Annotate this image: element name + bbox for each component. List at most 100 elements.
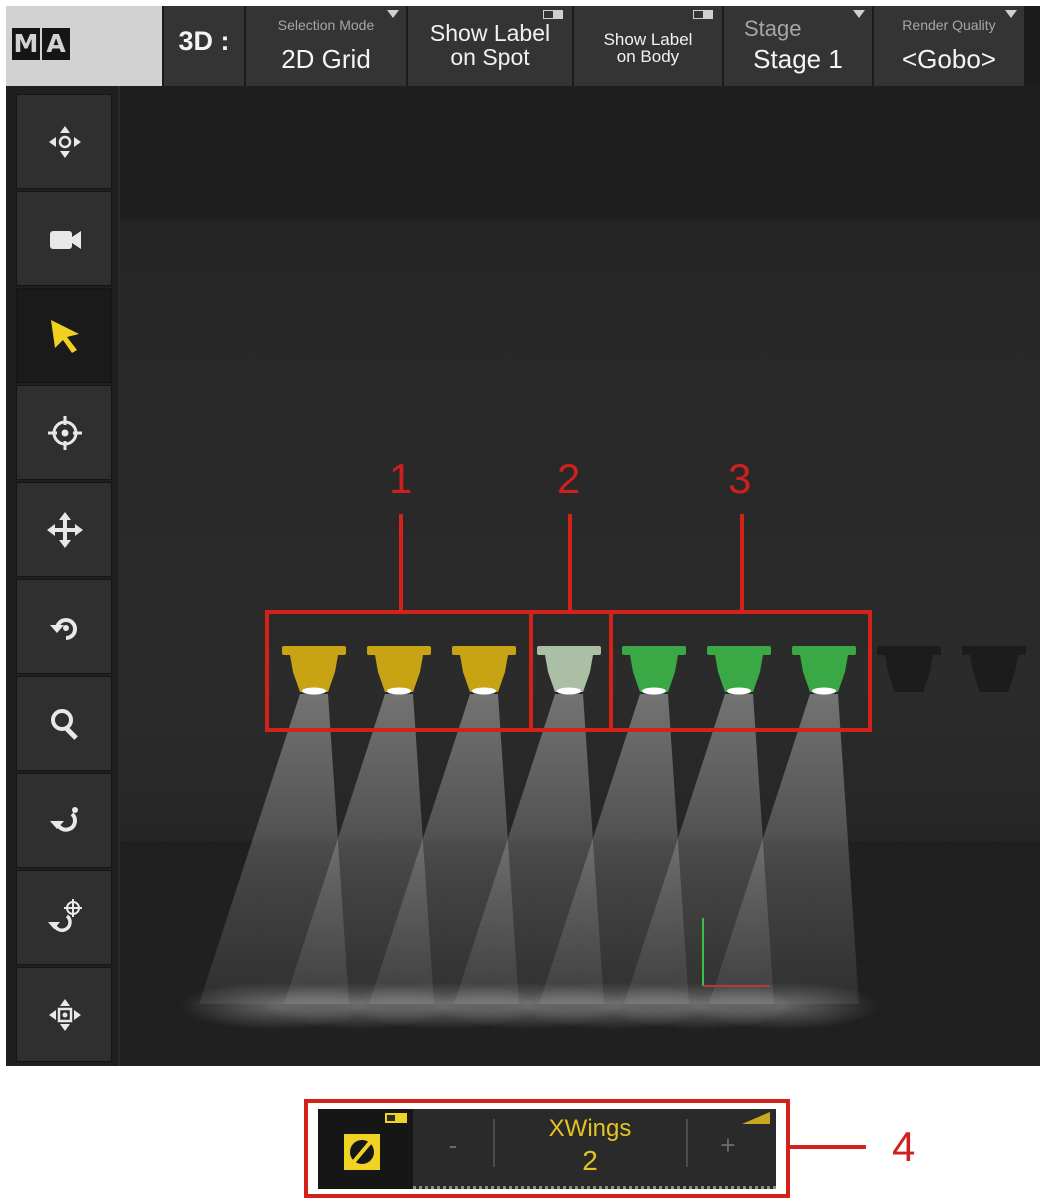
toggle-icon bbox=[693, 10, 713, 19]
fixture-lens bbox=[727, 687, 751, 695]
fixture-yoke bbox=[962, 646, 1026, 655]
orbit-tool[interactable] bbox=[16, 773, 112, 868]
select-tool[interactable] bbox=[16, 288, 112, 383]
encoder-name: XWings bbox=[548, 1115, 632, 1142]
xwings-value-display[interactable]: XWings 2 bbox=[495, 1109, 685, 1189]
fixture-head bbox=[545, 655, 593, 692]
fixture-yoke bbox=[622, 646, 686, 655]
fixture[interactable] bbox=[962, 646, 1026, 692]
move-view-tool[interactable] bbox=[16, 94, 112, 189]
fixture-head bbox=[630, 655, 678, 692]
fixture-head bbox=[800, 655, 848, 692]
move-tool[interactable] bbox=[16, 482, 112, 577]
fixture[interactable] bbox=[707, 646, 771, 695]
crosshair-icon bbox=[48, 416, 82, 450]
orbit-target-tool[interactable] bbox=[16, 870, 112, 965]
selection-mode-value: 2D Grid bbox=[281, 44, 371, 74]
center-view-tool[interactable] bbox=[16, 967, 112, 1062]
fixture-head bbox=[290, 655, 338, 692]
3d-viewport[interactable]: 1 2 3 bbox=[120, 86, 1040, 1066]
show-label-on-body-line2: on Body bbox=[616, 47, 680, 66]
render-quality-caption: Render Quality bbox=[902, 17, 996, 33]
fixture[interactable] bbox=[792, 646, 856, 695]
logo-letter-m: M bbox=[12, 28, 40, 60]
stage-button[interactable]: Stage Stage 1 bbox=[724, 6, 872, 86]
target-tool[interactable] bbox=[16, 385, 112, 480]
camera-icon bbox=[50, 231, 81, 249]
encoder-value: 2 bbox=[582, 1145, 598, 1176]
show-label-on-spot-line2: on Spot bbox=[450, 44, 530, 70]
fixture-lens bbox=[472, 687, 496, 695]
decrement-button[interactable]: - bbox=[413, 1109, 493, 1189]
show-label-on-body-line1: Show Label bbox=[603, 30, 693, 49]
callout-label-1: 1 bbox=[389, 455, 413, 502]
arrows-center-icon bbox=[49, 999, 81, 1031]
rotate-tool[interactable] bbox=[16, 579, 112, 674]
camera-tool[interactable] bbox=[16, 191, 112, 286]
fixture-row bbox=[282, 646, 1026, 695]
toggle-icon bbox=[385, 1113, 407, 1123]
fixture-yoke bbox=[282, 646, 346, 655]
stage-caption: Stage bbox=[744, 16, 802, 41]
stage-value: Stage 1 bbox=[753, 44, 843, 74]
selection-mode-button[interactable]: Selection Mode 2D Grid bbox=[246, 6, 406, 86]
view-3d-button[interactable]: 3D : bbox=[164, 6, 244, 86]
ma-logo: M A bbox=[6, 6, 162, 86]
stage-scene bbox=[120, 514, 1040, 1066]
fixture-yoke bbox=[367, 646, 431, 655]
orbit-icon bbox=[50, 807, 78, 832]
logo-letter-a: A bbox=[42, 28, 70, 60]
fixture-head bbox=[460, 655, 508, 692]
fixture-yoke bbox=[452, 646, 516, 655]
fixture[interactable] bbox=[537, 646, 601, 695]
cursor-arrow-icon bbox=[51, 320, 79, 353]
fixture-head bbox=[970, 655, 1018, 692]
move-arrows-icon bbox=[47, 512, 83, 548]
fixture-yoke bbox=[537, 646, 601, 655]
callout-leader-4 bbox=[790, 1145, 866, 1149]
fixture-yoke bbox=[877, 646, 941, 655]
callout-label-4: 4 bbox=[892, 1123, 916, 1170]
light-pools bbox=[179, 982, 879, 1030]
fixture[interactable] bbox=[452, 646, 516, 695]
fixture-head bbox=[715, 655, 763, 692]
fixture-lens bbox=[557, 687, 581, 695]
orbit-target-icon bbox=[48, 899, 82, 932]
fixture-lens bbox=[812, 687, 836, 695]
encoder-level-icon bbox=[742, 1112, 770, 1124]
callout-label-2: 2 bbox=[557, 455, 581, 502]
wings-icon bbox=[344, 1134, 380, 1170]
light-beams bbox=[199, 694, 859, 1004]
arrows-cross-icon bbox=[49, 126, 81, 158]
fixture[interactable] bbox=[367, 646, 431, 695]
xwings-encoder: - XWings 2 + bbox=[318, 1109, 776, 1189]
3d-viewer-window: M A 3D : Selection Mode 2D Grid Show Lab… bbox=[6, 6, 1040, 1066]
tool-column bbox=[6, 86, 118, 1066]
fixture[interactable] bbox=[877, 646, 941, 692]
show-label-on-body-button[interactable]: Show Label on Body bbox=[574, 6, 722, 86]
zoom-tool[interactable] bbox=[16, 676, 112, 771]
magnifier-icon bbox=[51, 709, 78, 740]
xwings-encoder-callout: - XWings 2 + bbox=[304, 1099, 790, 1198]
fixture-lens bbox=[387, 687, 411, 695]
fixture-head bbox=[375, 655, 423, 692]
selection-mode-caption: Selection Mode bbox=[277, 17, 375, 33]
fixture-head bbox=[885, 655, 933, 692]
light-pool bbox=[689, 982, 879, 1030]
render-quality-value: <Gobo> bbox=[902, 44, 996, 74]
fixture[interactable] bbox=[622, 646, 686, 695]
fixture-yoke bbox=[792, 646, 856, 655]
xwings-toggle[interactable] bbox=[318, 1109, 413, 1189]
toggle-icon bbox=[543, 10, 563, 19]
render-quality-button[interactable]: Render Quality <Gobo> bbox=[874, 6, 1024, 86]
view-3d-label: 3D : bbox=[178, 26, 230, 56]
show-label-on-spot-button[interactable]: Show Label on Spot bbox=[408, 6, 572, 86]
fixture-lens bbox=[302, 687, 326, 695]
callout-label-3: 3 bbox=[728, 455, 752, 502]
show-label-on-spot-line1: Show Label bbox=[429, 20, 551, 46]
fixture-lens bbox=[642, 687, 666, 695]
fixture[interactable] bbox=[282, 646, 346, 695]
fixture-yoke bbox=[707, 646, 771, 655]
toolbar: M A 3D : Selection Mode 2D Grid Show Lab… bbox=[6, 6, 1040, 86]
rotate-icon bbox=[50, 618, 77, 640]
